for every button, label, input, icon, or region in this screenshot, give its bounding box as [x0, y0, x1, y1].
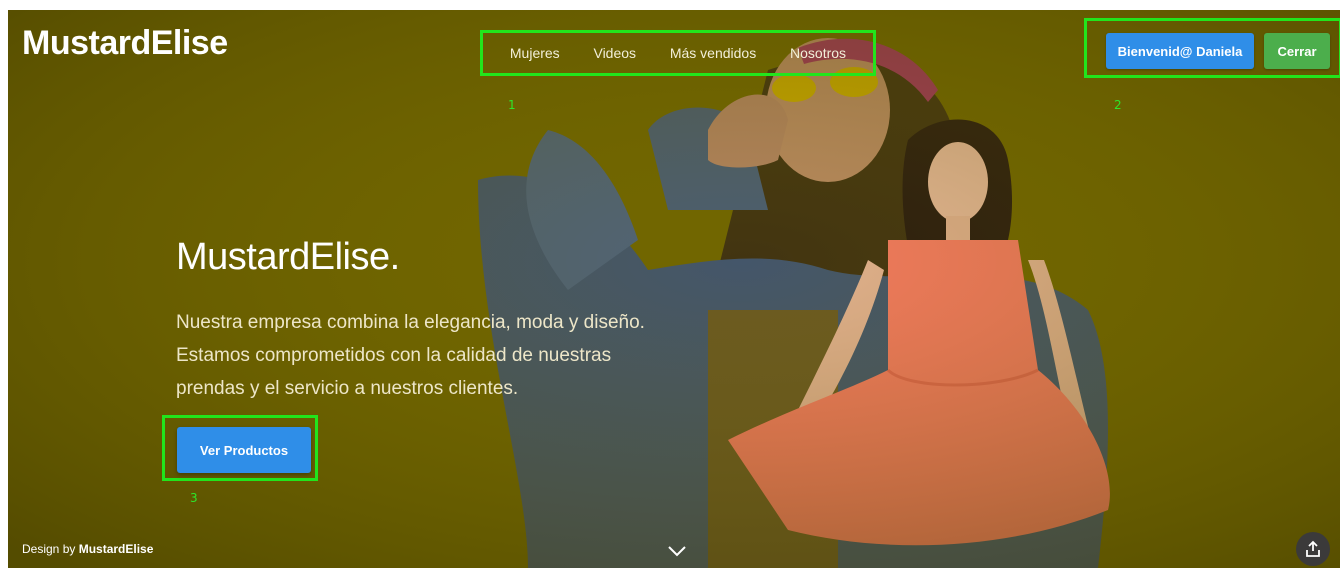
welcome-user-button[interactable]: Bienvenid@ Daniela — [1106, 33, 1254, 69]
footer-credit: Design by MustardElise — [22, 542, 153, 556]
annotation-marker-1: 1 — [508, 98, 516, 112]
brand-logo[interactable]: MustardElise — [22, 24, 228, 63]
hero-description-line: prendas y el servicio a nuestros cliente… — [176, 378, 519, 399]
main-nav: Mujeres Videos Más vendidos Nosotros — [480, 30, 876, 76]
nav-item-nosotros[interactable]: Nosotros — [790, 45, 846, 61]
nav-item-mas-vendidos[interactable]: Más vendidos — [670, 45, 756, 61]
view-products-button[interactable]: Ver Productos — [177, 427, 311, 473]
hero-title: MustardElise. — [176, 236, 400, 278]
credit-prefix: Design by — [22, 542, 76, 556]
nav-item-mujeres[interactable]: Mujeres — [510, 45, 560, 61]
hero-description: Nuestra empresa combina la elegancia, mo… — [176, 306, 676, 405]
annotation-marker-2: 2 — [1114, 98, 1122, 112]
annotation-marker-3: 3 — [190, 491, 198, 505]
credit-brand[interactable]: MustardElise — [79, 542, 154, 556]
hero-background-image — [8, 10, 1340, 568]
nav-item-videos[interactable]: Videos — [593, 45, 636, 61]
chevron-down-icon[interactable] — [666, 542, 688, 560]
share-icon — [1306, 540, 1320, 557]
hero-description-line: Estamos comprometidos con la calidad de … — [176, 345, 612, 366]
hero-description-line: Nuestra empresa combina la elegancia, mo… — [176, 312, 645, 333]
logout-button[interactable]: Cerrar — [1264, 33, 1330, 69]
hero-section: MustardElise Mujeres Videos Más vendidos… — [8, 10, 1340, 568]
share-button[interactable] — [1296, 532, 1330, 566]
